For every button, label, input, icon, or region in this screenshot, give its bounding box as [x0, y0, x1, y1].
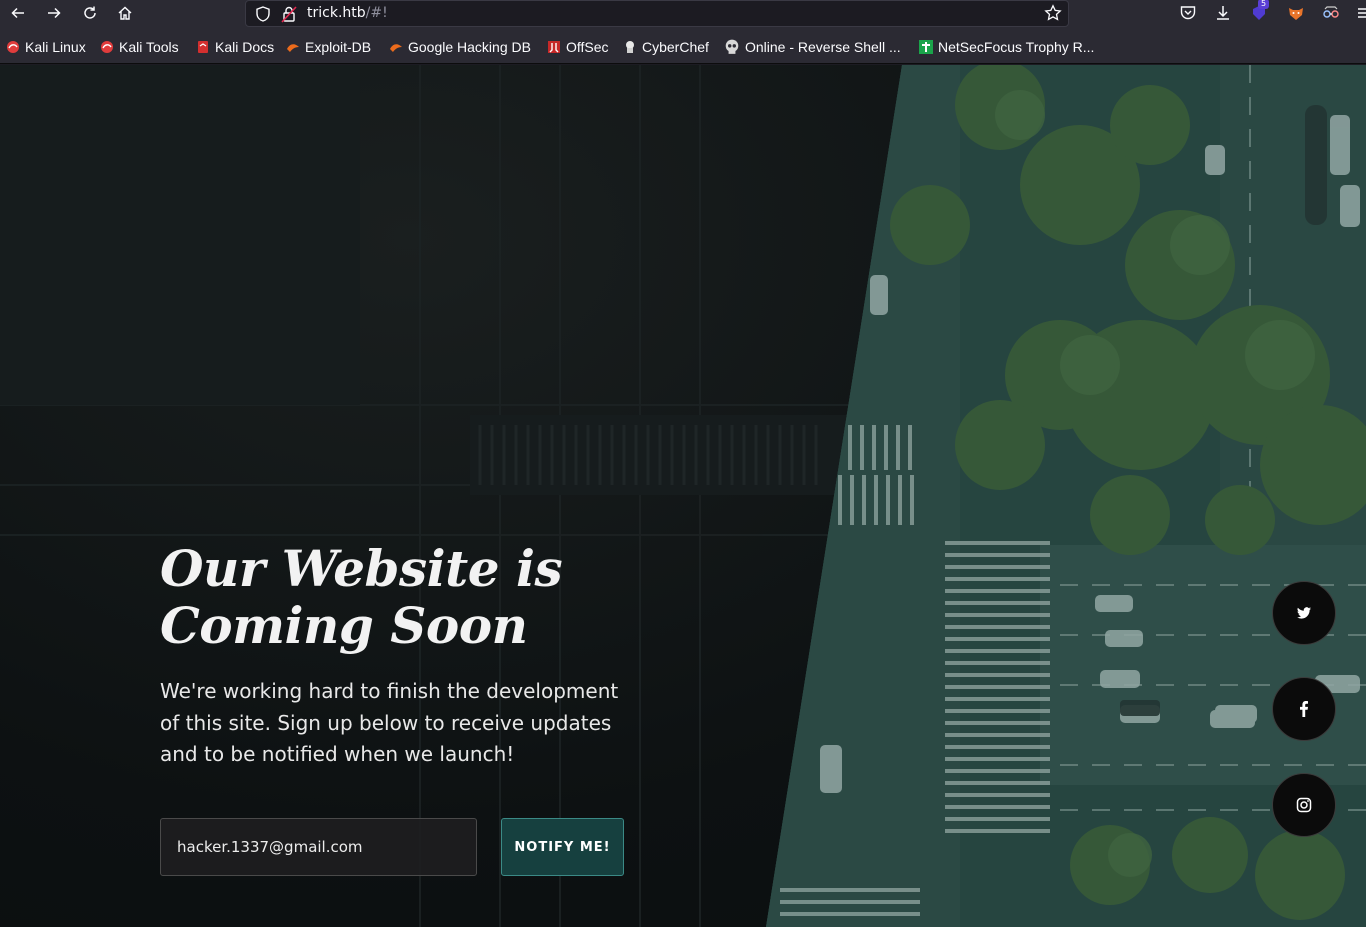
- bookmark-label: NetSecFocus Trophy R...: [938, 39, 1095, 55]
- pocket-icon: [1180, 6, 1196, 20]
- bookmark-netsecfocus[interactable]: NetSecFocus Trophy R...: [919, 38, 1094, 56]
- facebook-button[interactable]: [1272, 677, 1336, 741]
- kali-docs-icon: [198, 41, 208, 53]
- bookmark-google-hacking-db[interactable]: Google Hacking DB: [389, 38, 531, 56]
- instagram-icon: [1296, 797, 1312, 813]
- bookmark-label: Google Hacking DB: [408, 39, 531, 55]
- browser-toolbar: trick.htb/#! 5: [0, 0, 1366, 30]
- twitter-button[interactable]: [1272, 581, 1336, 645]
- bookmark-label: Kali Docs: [215, 39, 275, 55]
- fox-icon: [1289, 8, 1303, 20]
- bookmark-label: Kali Tools: [119, 39, 179, 55]
- offsec-icon: [548, 41, 560, 53]
- home-icon: [118, 6, 132, 20]
- pocket-button[interactable]: [1177, 2, 1199, 24]
- download-icon: [1217, 6, 1229, 20]
- exploit-db-icon: [287, 44, 299, 52]
- url-host: trick.htb: [307, 5, 366, 21]
- bookmark-label: Kali Linux: [25, 39, 86, 55]
- bookmarks-toolbar: Kali Linux Kali Tools Kali Docs Exploit-…: [0, 30, 1366, 64]
- instagram-button[interactable]: [1272, 773, 1336, 837]
- forward-button[interactable]: [40, 1, 68, 25]
- kali-icon: [7, 41, 19, 53]
- notify-me-button[interactable]: NOTIFY ME!: [501, 818, 624, 876]
- extension-badge: 5: [1258, 0, 1270, 9]
- bookmark-star-icon[interactable]: [1044, 4, 1062, 22]
- back-arrow-icon: [11, 7, 24, 19]
- trophy-icon: [919, 40, 933, 54]
- tracking-shield-icon[interactable]: [254, 5, 272, 23]
- page-description: We're working hard to finish the develop…: [160, 679, 619, 766]
- kali-icon: [101, 41, 113, 53]
- reload-icon: [84, 6, 96, 19]
- downloads-button[interactable]: [1212, 2, 1234, 24]
- menu-button[interactable]: [1355, 2, 1366, 24]
- extension-wappalyzer-button[interactable]: [1320, 2, 1342, 24]
- bookmark-label: CyberChef: [642, 39, 709, 55]
- forward-arrow-icon: [48, 7, 61, 19]
- extension-fox-button[interactable]: [1285, 2, 1307, 24]
- url-path: /#!: [365, 5, 388, 21]
- url-text[interactable]: trick.htb/#!: [307, 5, 388, 21]
- bookmark-kali-linux[interactable]: Kali Linux: [6, 38, 86, 56]
- email-input[interactable]: [160, 818, 477, 876]
- skull-icon: [725, 39, 739, 54]
- reload-button[interactable]: [76, 1, 104, 25]
- bookmark-kali-tools[interactable]: Kali Tools: [100, 38, 179, 56]
- bookmark-kali-docs[interactable]: Kali Docs: [196, 38, 274, 56]
- bookmark-reverse-shell[interactable]: Online - Reverse Shell ...: [724, 38, 901, 56]
- bookmark-exploit-db[interactable]: Exploit-DB: [286, 38, 371, 56]
- bookmark-label: Exploit-DB: [305, 39, 372, 55]
- page-viewport: Our Website is Coming Soon We're working…: [0, 65, 1366, 927]
- url-bar[interactable]: trick.htb/#!: [245, 0, 1069, 27]
- bookmark-label: OffSec: [566, 39, 609, 55]
- hamburger-menu-icon: [1358, 8, 1366, 18]
- insecure-lock-icon[interactable]: [281, 5, 297, 23]
- exploit-db-icon: [390, 44, 402, 52]
- bookmark-cyberchef[interactable]: CyberChef: [623, 38, 709, 56]
- twitter-icon: [1297, 607, 1311, 619]
- cyberchef-icon: [626, 41, 634, 53]
- bookmark-label: Online - Reverse Shell ...: [745, 39, 901, 55]
- home-button[interactable]: [111, 1, 139, 25]
- glasses-icon: [1323, 6, 1339, 18]
- page-title: Our Website is Coming Soon: [160, 539, 563, 655]
- back-button[interactable]: [4, 1, 32, 25]
- facebook-icon: [1300, 701, 1308, 717]
- bookmark-offsec[interactable]: OffSec: [547, 38, 609, 56]
